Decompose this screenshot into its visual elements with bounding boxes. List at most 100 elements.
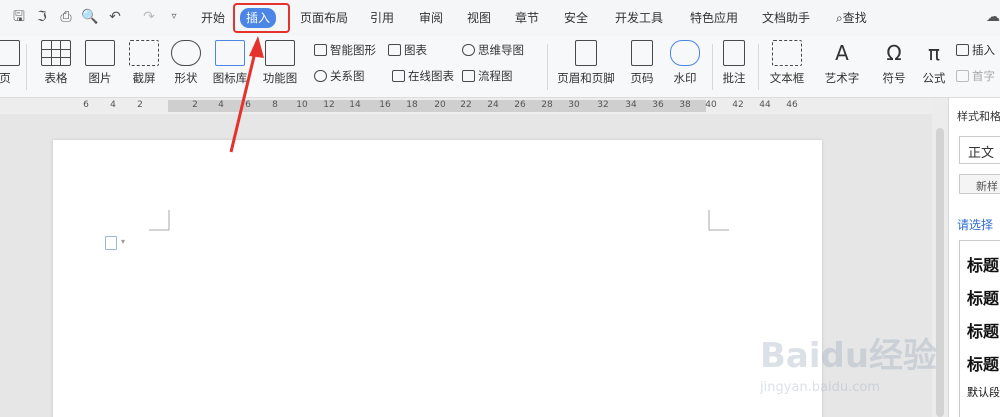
ruler-tick-label: 14: [349, 100, 361, 110]
page-number-icon: [631, 40, 653, 66]
comment-button[interactable]: 批注: [718, 40, 750, 86]
redo-icon[interactable]: ↷: [140, 8, 158, 26]
tab-page-layout[interactable]: 页面布局: [300, 9, 348, 27]
function-chart-icon: [265, 40, 295, 66]
tab-references[interactable]: 引用: [370, 9, 394, 27]
picture-button[interactable]: 图片: [82, 40, 118, 86]
ruler-tick-label: 2: [137, 100, 143, 110]
watermark-button[interactable]: 水印: [667, 40, 703, 86]
margin-corner-top-right: [708, 210, 729, 231]
ribbon-separator: [26, 44, 27, 90]
function-chart-button[interactable]: 功能图: [256, 40, 304, 86]
screenshot-icon: [129, 40, 159, 66]
save-icon[interactable]: 🖫: [10, 8, 28, 26]
search-icon: ⌕: [836, 11, 843, 25]
shape-button[interactable]: 形状: [168, 40, 204, 86]
ruler-tick-label: 8: [272, 100, 278, 110]
style-default-paragraph[interactable]: 默认段: [967, 384, 1000, 400]
page-icon: [0, 40, 20, 66]
format-painter-icon[interactable]: ℑ: [33, 8, 51, 26]
menu-tab-bar: 🖫 ℑ ⎙ 🔍 ↶ ↷ ▿ 开始 插入 页面布局 引用 审阅 视图 章节 安全 …: [0, 0, 1000, 36]
style-heading-3[interactable]: 标题: [967, 318, 999, 342]
blank-page-button[interactable]: 页: [0, 40, 20, 86]
shape-icon: [171, 40, 201, 66]
icon-library-button[interactable]: 图标库: [212, 40, 248, 86]
screenshot-button[interactable]: 截屏: [126, 40, 162, 86]
watermark-icon: [670, 40, 700, 66]
formula-button[interactable]: π 公式: [918, 40, 950, 86]
highlight-box: [233, 3, 290, 33]
ruler-tick-label: 2: [192, 100, 198, 110]
picture-icon: [85, 40, 115, 66]
chart-icon: [388, 44, 401, 56]
textbox-button[interactable]: 文本框: [764, 40, 810, 86]
tab-security[interactable]: 安全: [564, 9, 588, 27]
ruler-tick-label: 12: [323, 100, 335, 110]
chevron-down-icon[interactable]: ▾: [121, 237, 125, 246]
ribbon-separator: [547, 44, 548, 90]
ruler-tick-label: 18: [406, 100, 418, 110]
document-page[interactable]: ▾: [53, 140, 822, 417]
ruler-tick-label: 30: [568, 100, 580, 110]
wordart-icon: A: [835, 41, 849, 65]
ruler-tick-label: 38: [679, 100, 691, 110]
ruler-tick-label: 20: [434, 100, 446, 110]
mindmap-icon: [462, 44, 475, 56]
comment-icon: [723, 40, 745, 66]
smart-shape-button[interactable]: 智能图形: [314, 42, 376, 58]
symbol-button[interactable]: Ω 符号: [876, 40, 912, 86]
style-heading-2[interactable]: 标题: [967, 285, 999, 309]
relation-chart-button[interactable]: 关系图: [314, 68, 365, 84]
mindmap-button[interactable]: 思维导图: [462, 42, 524, 58]
select-style-hint: 请选择: [957, 218, 994, 232]
insert-number-icon: [956, 44, 969, 56]
print-preview-icon[interactable]: 🔍: [81, 8, 99, 26]
ruler-tick-label: 40: [705, 100, 717, 110]
ruler-tick-label: 26: [514, 100, 526, 110]
wordart-button[interactable]: A 艺术字: [818, 40, 866, 86]
omega-icon: Ω: [886, 41, 902, 65]
margin-corner-top-left: [149, 210, 170, 231]
search-label: 查找: [842, 11, 867, 25]
tab-chapter[interactable]: 章节: [515, 9, 539, 27]
online-chart-button[interactable]: 在线图表: [392, 68, 454, 84]
tab-special-apps[interactable]: 特色应用: [690, 9, 738, 27]
search-button[interactable]: ⌕查找: [836, 9, 867, 27]
ruler-tick-label: 6: [245, 100, 251, 110]
chart-button[interactable]: 图表: [388, 42, 427, 58]
smart-shape-icon: [314, 44, 327, 56]
print-icon[interactable]: ⎙: [57, 8, 75, 26]
horizontal-ruler[interactable]: 6 4 2 2 4 6 8 10 12 14 16 18 20 22 24 26 28 30 32 34 36 38 40 4…: [0, 98, 932, 114]
current-style-select[interactable]: 正文: [959, 136, 1000, 164]
new-style-button[interactable]: 新样: [959, 174, 1000, 194]
ruler-tick-label: 4: [110, 100, 116, 110]
ruler-tick-label: 10: [296, 100, 308, 110]
flowchart-button[interactable]: 流程图: [462, 68, 513, 84]
tab-doc-assistant[interactable]: 文档助手: [762, 9, 810, 27]
current-style-value: 正文: [968, 146, 995, 161]
ruler-tick-label: 22: [460, 100, 472, 110]
dropcap-button[interactable]: 首字: [956, 68, 995, 84]
tab-review[interactable]: 审阅: [419, 9, 443, 27]
page-number-button[interactable]: 页码: [624, 40, 660, 86]
insert-number-button[interactable]: 插入: [956, 42, 995, 58]
ruler-tick-label: 6: [83, 100, 89, 110]
header-footer-button[interactable]: 页眉和页脚: [556, 40, 616, 86]
ruler-tick-label: 16: [379, 100, 391, 110]
wps-writer-window: 🖫 ℑ ⎙ 🔍 ↶ ↷ ▿ 开始 插入 页面布局 引用 审阅 视图 章节 安全 …: [0, 0, 1000, 417]
textbox-icon: [772, 40, 802, 66]
undo-icon[interactable]: ↶: [106, 8, 124, 26]
quick-access-dropdown-icon[interactable]: ▿: [165, 8, 183, 26]
tab-view[interactable]: 视图: [467, 9, 491, 27]
paragraph-layout-icon[interactable]: [105, 236, 117, 250]
tab-home[interactable]: 开始: [201, 9, 225, 27]
table-icon: [41, 40, 71, 66]
relation-icon: [314, 70, 327, 82]
panel-title: 样式和格: [957, 110, 1000, 123]
cloud-icon[interactable]: ☁: [984, 8, 1000, 26]
style-heading-1[interactable]: 标题: [967, 252, 999, 276]
table-button[interactable]: 表格: [36, 40, 76, 86]
ruler-tick-label: 4: [218, 100, 224, 110]
style-heading-4[interactable]: 标题: [967, 351, 999, 375]
tab-developer[interactable]: 开发工具: [615, 9, 663, 27]
